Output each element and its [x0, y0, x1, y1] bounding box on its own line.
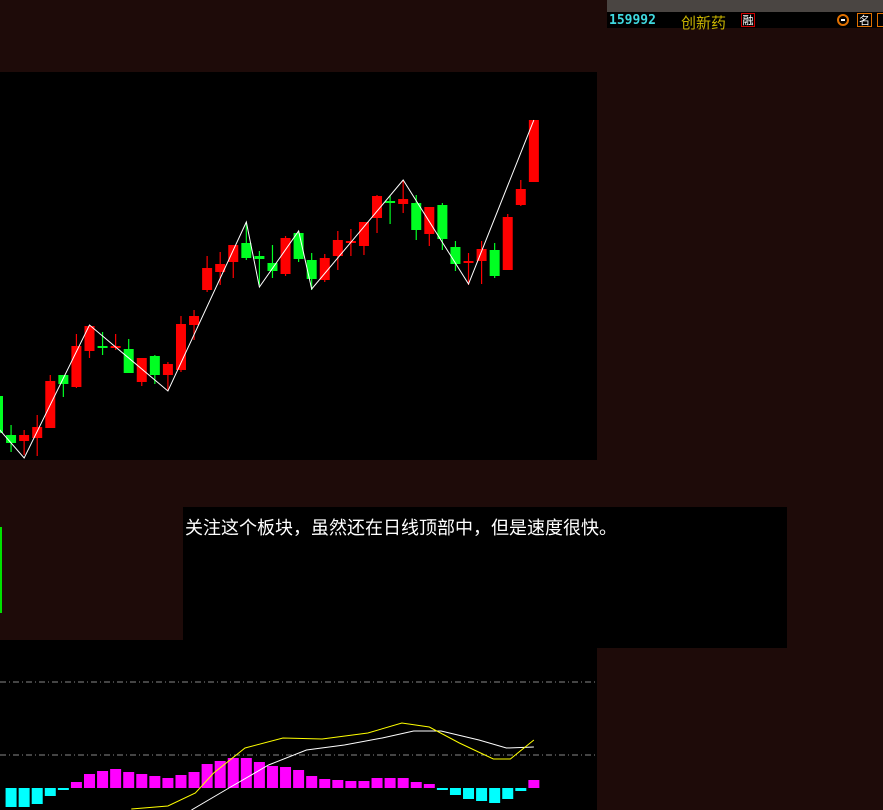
- macd-bar: [175, 775, 187, 788]
- macd-bar: [44, 788, 56, 796]
- candle-body: [450, 247, 461, 264]
- name-button[interactable]: 名: [857, 13, 872, 27]
- candle-body: [241, 243, 252, 258]
- stock-name: 创新药: [681, 14, 727, 32]
- macd-bar: [436, 788, 448, 790]
- candle: [280, 236, 291, 276]
- macd-bar: [410, 782, 422, 788]
- candle: [463, 253, 474, 285]
- macd-bar: [489, 788, 501, 803]
- macd-bar: [319, 779, 331, 788]
- macd-bar: [240, 758, 252, 788]
- margin-badge[interactable]: 融: [741, 13, 755, 27]
- candle-body: [437, 205, 448, 239]
- macd-bar: [423, 784, 435, 788]
- zigzag-line: [0, 119, 535, 459]
- minus-circle-icon[interactable]: [837, 14, 849, 26]
- chart-svg: [0, 119, 597, 810]
- macd-bar: [149, 776, 161, 788]
- candle-body: [254, 256, 265, 259]
- candle-body: [463, 261, 474, 263]
- candle: [202, 256, 213, 292]
- macd-bar: [515, 788, 527, 791]
- candle: [71, 334, 82, 388]
- macd-bar: [97, 771, 109, 788]
- candle: [476, 241, 487, 284]
- candle: [215, 252, 226, 285]
- candle-body: [84, 326, 95, 351]
- macd-bar: [528, 780, 540, 788]
- macd-bar: [384, 778, 396, 788]
- macd-bar: [70, 782, 82, 788]
- candle-body: [202, 268, 213, 290]
- candle-body: [385, 201, 396, 203]
- candle-body: [489, 250, 500, 276]
- macd-bar: [476, 788, 488, 801]
- candle-body: [162, 364, 173, 375]
- macd-bar: [83, 774, 95, 788]
- stock-header: 159992 创新药 融 名: [607, 12, 883, 32]
- candle-body: [424, 207, 435, 234]
- candle-body: [0, 396, 3, 433]
- macd-bar: [253, 762, 265, 788]
- macd-bar: [280, 767, 292, 788]
- candle: [411, 195, 422, 240]
- candle-body: [58, 375, 69, 384]
- macd-bar: [345, 781, 357, 788]
- candle-body: [149, 356, 160, 375]
- candle: [32, 415, 43, 456]
- candle: [372, 195, 383, 233]
- macd-bar: [449, 788, 461, 795]
- candle-body: [502, 217, 513, 270]
- macd-bar: [306, 776, 318, 788]
- candle-body: [280, 238, 291, 274]
- macd-bar: [18, 788, 30, 807]
- title-bar: [607, 0, 883, 12]
- candle: [332, 231, 343, 270]
- candle-body: [515, 189, 526, 205]
- candle-body: [398, 199, 409, 204]
- macd-bar: [463, 788, 475, 799]
- candle-body: [136, 358, 147, 382]
- candle: [45, 375, 56, 428]
- macd-bar: [358, 781, 370, 788]
- macd-bar: [332, 780, 344, 788]
- candle: [162, 362, 173, 391]
- macd-bar: [110, 769, 122, 788]
- candle-body: [97, 346, 108, 348]
- candle-body: [228, 245, 239, 262]
- stock-code: 159992: [609, 13, 656, 28]
- candle: [450, 241, 461, 271]
- candle-body: [306, 260, 317, 279]
- macd-bar: [5, 788, 17, 807]
- candle: [84, 326, 95, 358]
- macd-bar: [293, 770, 305, 788]
- macd-bar: [266, 766, 278, 788]
- macd-bar: [162, 778, 174, 788]
- candle-body: [189, 316, 200, 325]
- macd-bar: [502, 788, 514, 799]
- macd-bar: [31, 788, 43, 804]
- macd-bar: [397, 778, 409, 788]
- macd-bar: [136, 774, 148, 788]
- next-button[interactable]: [877, 13, 883, 27]
- candle-body: [19, 435, 30, 441]
- candle: [515, 180, 526, 206]
- candle: [123, 339, 134, 373]
- macd-bar: [371, 778, 383, 788]
- macd-bar: [188, 772, 200, 788]
- candle: [489, 243, 500, 278]
- macd-bar: [57, 788, 69, 790]
- candle-body: [358, 222, 369, 246]
- candle: [502, 214, 513, 270]
- macd-bar: [123, 772, 135, 788]
